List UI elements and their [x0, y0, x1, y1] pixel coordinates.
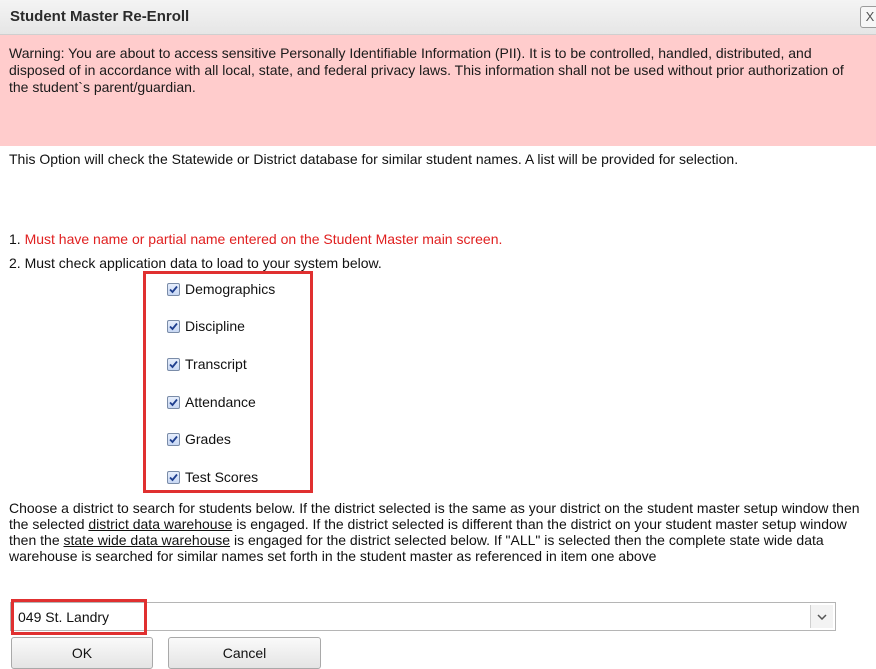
checkbox-label: Attendance: [185, 394, 256, 410]
step-2: 2. Must check application data to load t…: [9, 255, 382, 271]
dialog-title: Student Master Re-Enroll: [10, 8, 190, 25]
checkbox-label: Demographics: [185, 281, 276, 297]
info-text: This Option will check the Statewide or …: [9, 151, 739, 167]
step-1-text: Must have name or partial name entered o…: [24, 231, 503, 247]
checkbox-checked-icon[interactable]: [167, 357, 180, 371]
checkbox-transcript[interactable]: Transcript: [165, 354, 247, 374]
checkbox-checked-icon[interactable]: [167, 319, 180, 333]
checkbox-checked-icon[interactable]: [167, 470, 180, 484]
state-data-warehouse-term: state wide data warehouse: [63, 532, 231, 548]
checkbox-checked-icon[interactable]: [167, 282, 180, 296]
district-description: Choose a district to search for students…: [9, 500, 869, 564]
checkbox-test-scores[interactable]: Test Scores: [165, 467, 258, 487]
checkbox-label: Discipline: [185, 318, 245, 334]
cancel-button[interactable]: Cancel: [168, 637, 321, 669]
pii-warning-banner: Warning: You are about to access sensiti…: [0, 35, 876, 146]
ok-button[interactable]: OK: [11, 637, 153, 669]
checkbox-checked-icon[interactable]: [167, 395, 180, 409]
checkbox-grades[interactable]: Grades: [165, 429, 231, 449]
step-1-number: 1.: [9, 231, 25, 247]
checkbox-label: Grades: [185, 431, 231, 447]
district-data-warehouse-term: district data warehouse: [88, 516, 233, 532]
checkbox-attendance[interactable]: Attendance: [165, 392, 256, 412]
checkbox-discipline[interactable]: Discipline: [165, 316, 245, 336]
close-icon[interactable]: X: [860, 6, 876, 28]
chevron-down-icon[interactable]: [810, 605, 833, 628]
checkbox-demographics[interactable]: Demographics: [165, 279, 275, 299]
checkbox-label: Transcript: [185, 356, 247, 372]
dialog-titlebar: Student Master Re-Enroll X: [0, 0, 876, 35]
pii-warning-text: Warning: You are about to access sensiti…: [9, 45, 844, 95]
step-1: 1. Must have name or partial name entere…: [9, 231, 502, 248]
checkbox-checked-icon[interactable]: [167, 432, 180, 446]
checkbox-label: Test Scores: [185, 469, 259, 485]
checkbox-group-highlight: [143, 271, 313, 493]
district-select-highlight: [11, 599, 147, 635]
